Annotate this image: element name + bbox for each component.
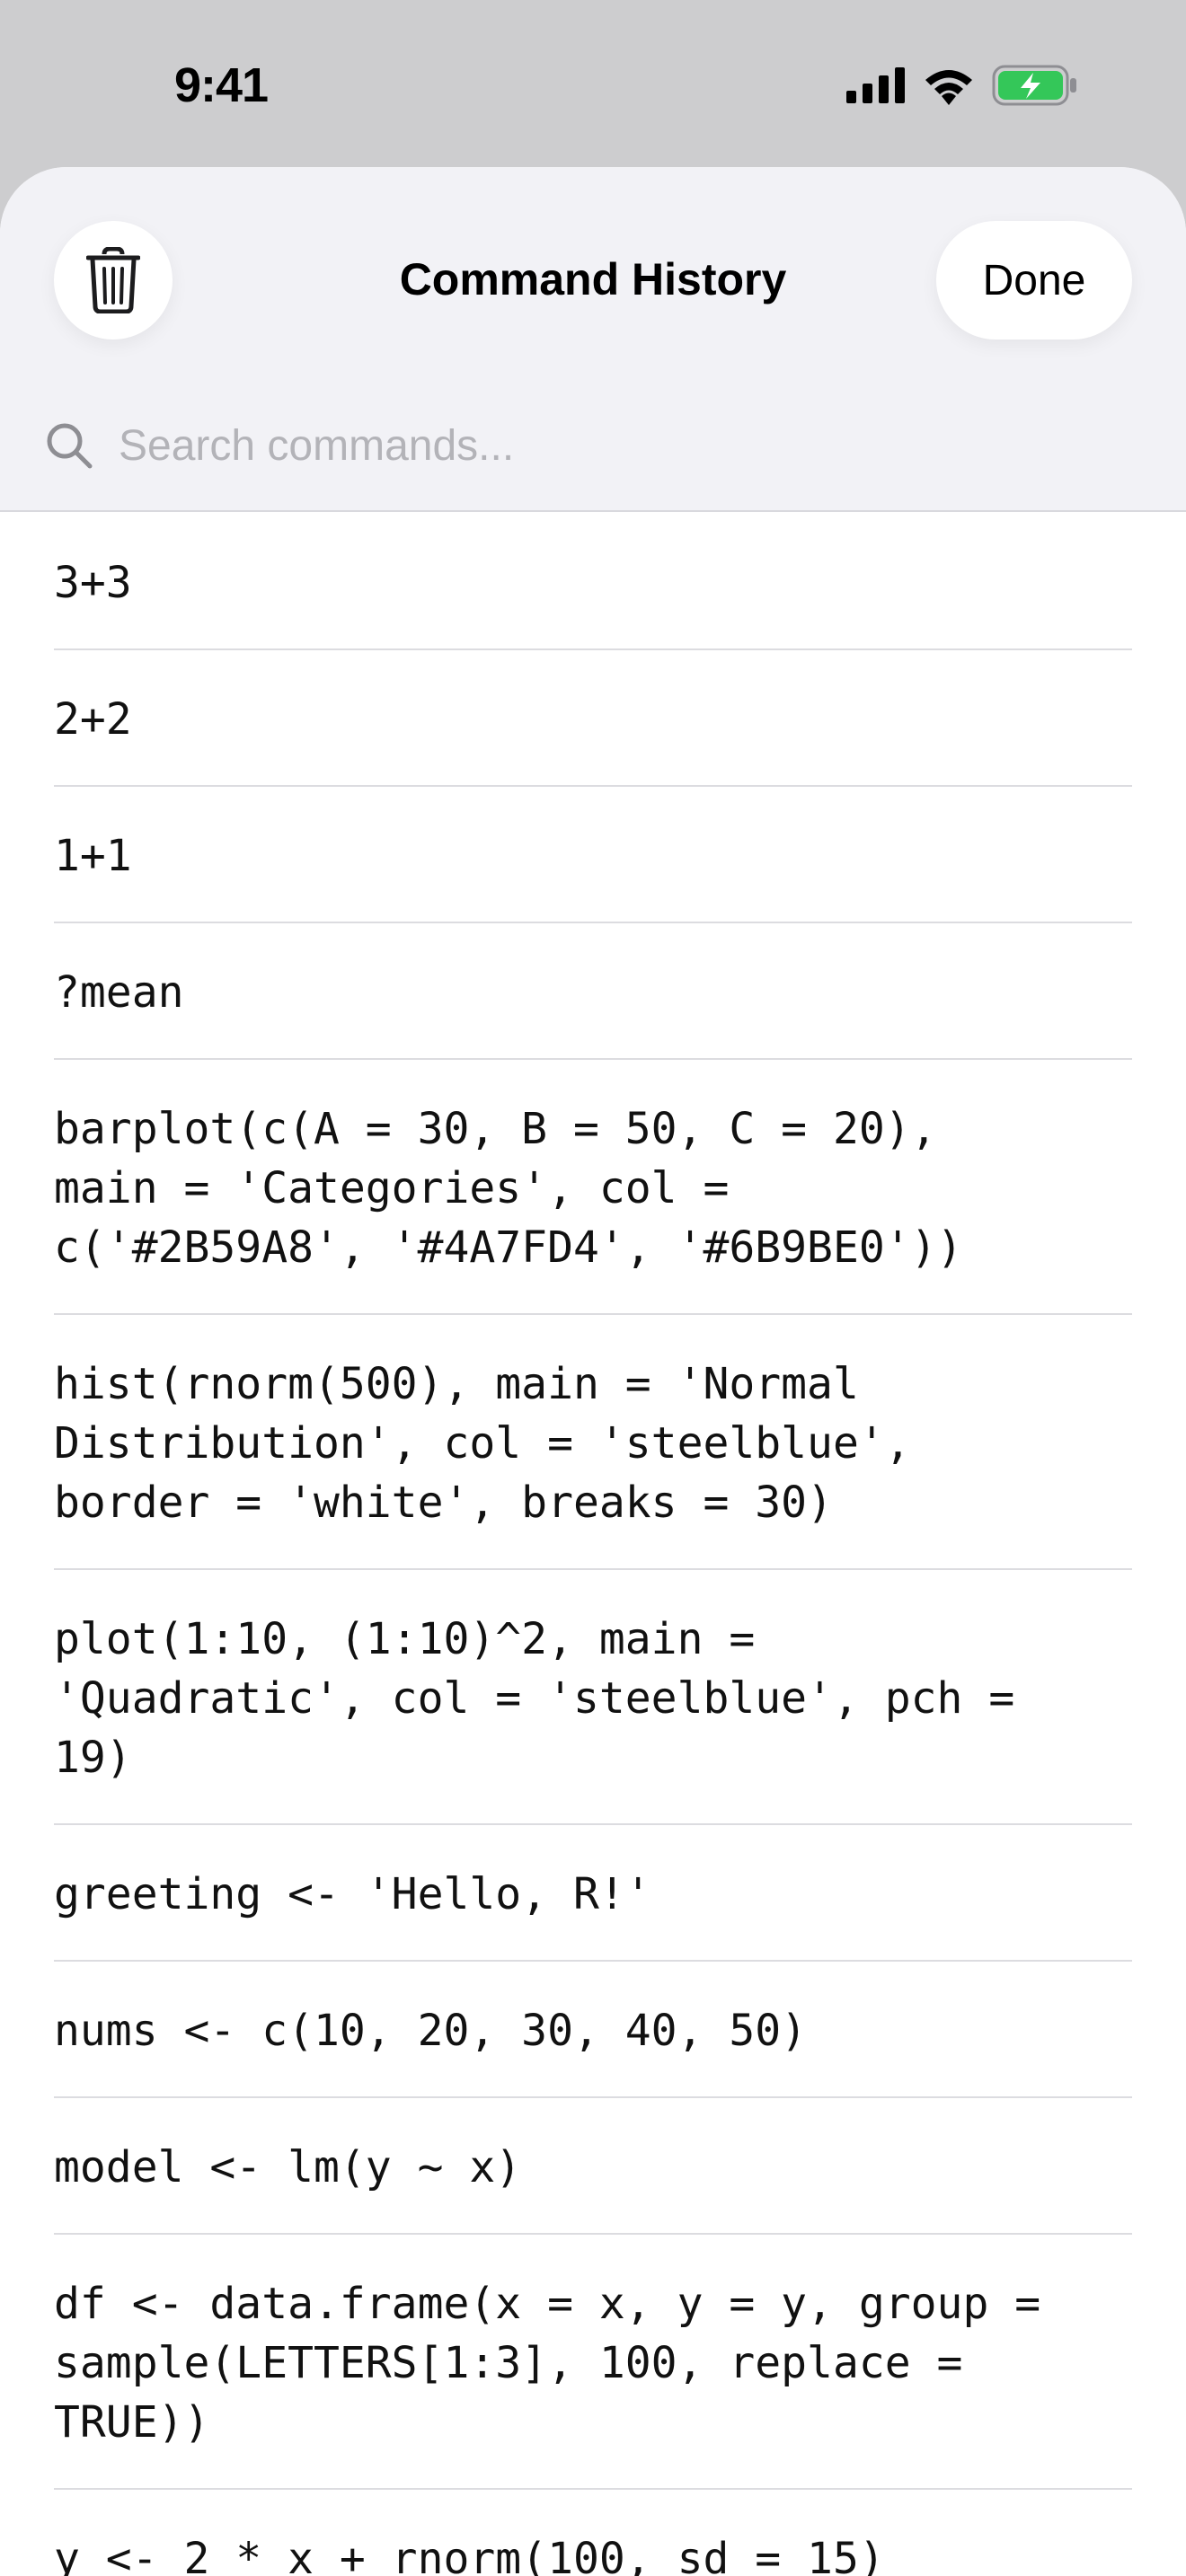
- history-item[interactable]: nums <- c(10, 20, 30, 40, 50): [54, 1962, 1132, 2098]
- status-icons: [846, 65, 1078, 106]
- sheet-header: Command History Done: [0, 167, 1186, 512]
- cellular-signal-icon: [846, 67, 905, 103]
- command-history-sheet: Command History Done 3+32+21+1?meanbarpl…: [0, 167, 1186, 2576]
- status-time: 9:41: [174, 58, 269, 112]
- history-item[interactable]: plot(1:10, (1:10)^2, main = 'Quadratic',…: [54, 1570, 1132, 1825]
- history-item[interactable]: barplot(c(A = 30, B = 50, C = 20), main …: [54, 1060, 1132, 1315]
- history-item[interactable]: 2+2: [54, 650, 1132, 787]
- status-bar: 9:41: [0, 0, 1186, 167]
- history-item[interactable]: y <- 2 * x + rnorm(100, sd = 15): [54, 2490, 1132, 2576]
- wifi-icon: [925, 70, 972, 105]
- search-bar[interactable]: [45, 401, 1141, 490]
- battery-charging-icon: [992, 65, 1076, 106]
- history-item[interactable]: 3+3: [54, 514, 1132, 650]
- history-list: 3+3 2+2 1+1 ?mean barplot(c(A = 30, B = 50, …: [0, 514, 1186, 2576]
- history-item[interactable]: 1+1: [54, 787, 1132, 923]
- history-item[interactable]: hist(rnorm(500), main = 'Normal Distribu…: [54, 1315, 1132, 1570]
- history-item[interactable]: ?mean: [54, 923, 1132, 1060]
- done-button[interactable]: Done: [936, 221, 1132, 340]
- search-icon: [47, 423, 93, 469]
- history-item[interactable]: df <- data.frame(x = x, y = y, group = s…: [54, 2235, 1132, 2490]
- history-item[interactable]: model <- lm(y ~ x): [54, 2098, 1132, 2235]
- history-item[interactable]: greeting <- 'Hello, R!': [54, 1825, 1132, 1962]
- search-input[interactable]: [119, 420, 1107, 471]
